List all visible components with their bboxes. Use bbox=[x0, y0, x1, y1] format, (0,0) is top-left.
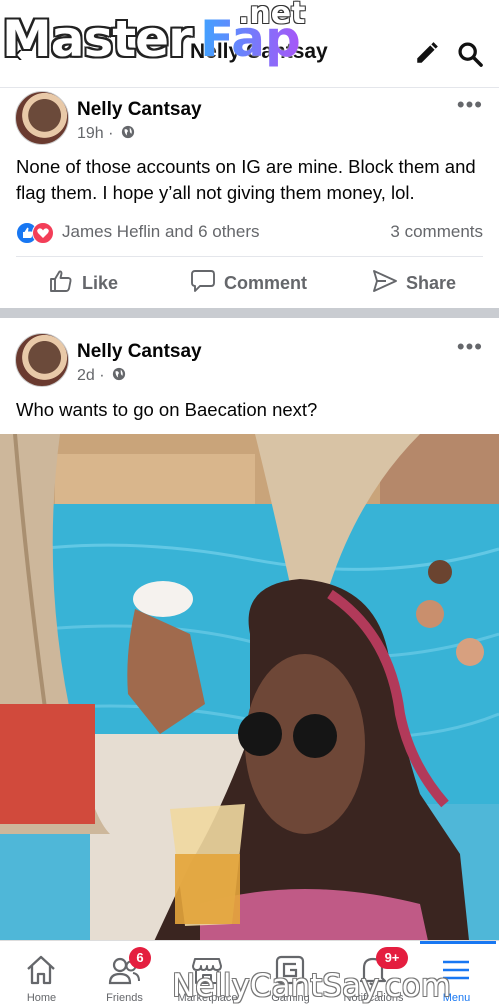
comment-count[interactable]: 3 comments bbox=[390, 222, 483, 242]
thumbs-up-icon bbox=[50, 270, 72, 292]
friends-badge: 6 bbox=[129, 947, 151, 969]
love-reaction-icon bbox=[32, 222, 54, 244]
nav-friends[interactable]: 6 Friends bbox=[83, 941, 166, 1004]
nav-label-home: Home bbox=[26, 992, 57, 1004]
pool-photo-illustration bbox=[0, 434, 499, 950]
post-timestamp: 2d · bbox=[77, 367, 126, 385]
globe-icon bbox=[121, 125, 135, 139]
post-time-text: 2d bbox=[77, 367, 95, 384]
share-arrow-icon bbox=[373, 270, 397, 292]
share-label: Share bbox=[406, 273, 457, 293]
post-time-text: 19h bbox=[77, 125, 104, 142]
post-text: Who wants to go on Baecation next? bbox=[16, 399, 318, 420]
comment-button[interactable]: Comment bbox=[190, 268, 320, 298]
post-header: Nelly Cantsay 2d · ••• bbox=[0, 330, 499, 400]
footer-watermark: NellyCantSay.com bbox=[172, 968, 451, 1004]
edit-pencil-icon[interactable] bbox=[414, 40, 440, 66]
post-actions: Like Comment Share bbox=[0, 258, 499, 308]
notifications-badge: 9+ bbox=[376, 947, 408, 969]
top-bar: ‹ Nelly Cantsay Master Fap .net bbox=[0, 0, 499, 88]
more-options-icon[interactable]: ••• bbox=[457, 334, 483, 360]
comment-label: Comment bbox=[224, 273, 308, 293]
post-header: Nelly Cantsay 19h · ••• bbox=[0, 88, 499, 158]
share-button[interactable]: Share bbox=[372, 268, 472, 298]
post-separator bbox=[0, 308, 499, 318]
reactions-summary[interactable]: James Heflin and 6 others bbox=[62, 222, 260, 242]
more-options-icon[interactable]: ••• bbox=[457, 92, 483, 118]
post-text: None of those accounts on IG are mine. B… bbox=[16, 156, 476, 203]
avatar[interactable] bbox=[15, 333, 69, 387]
comment-bubble-icon bbox=[191, 270, 215, 292]
globe-icon bbox=[112, 367, 126, 381]
post-author[interactable]: Nelly Cantsay bbox=[77, 99, 202, 121]
avatar[interactable] bbox=[15, 91, 69, 145]
search-icon[interactable] bbox=[456, 40, 484, 68]
like-label: Like bbox=[82, 273, 119, 293]
watermark-text-master: Master bbox=[2, 10, 193, 68]
reactions-row[interactable]: James Heflin and 6 others 3 comments bbox=[16, 220, 483, 244]
post-author[interactable]: Nelly Cantsay bbox=[77, 341, 202, 363]
nav-home[interactable]: Home bbox=[0, 941, 83, 1004]
post-timestamp: 19h · bbox=[77, 125, 135, 143]
watermark-text-net: .net bbox=[238, 0, 306, 31]
like-button[interactable]: Like bbox=[48, 268, 128, 298]
watermark-logo: Master Fap .net bbox=[0, 0, 310, 82]
nav-label-friends: Friends bbox=[106, 992, 143, 1004]
actions-divider bbox=[16, 256, 483, 257]
home-icon bbox=[27, 955, 55, 985]
post-photo[interactable] bbox=[0, 434, 499, 950]
